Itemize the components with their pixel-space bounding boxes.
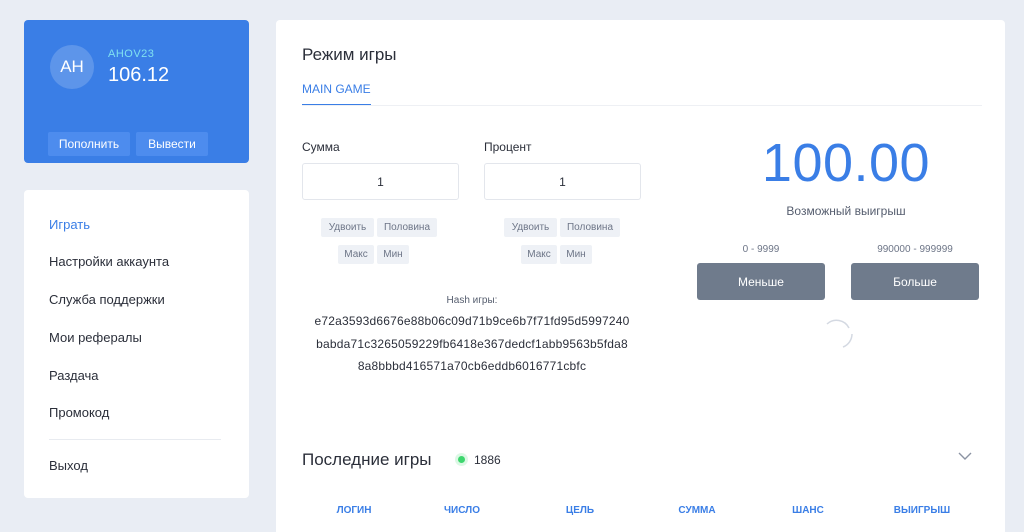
- menu-item-account-settings[interactable]: Настройки аккаунта: [49, 254, 169, 269]
- hash-line: babda71c3265059229fb6418e367dedcf1abb956…: [316, 337, 628, 351]
- sum-label: Сумма: [302, 140, 340, 154]
- percent-half-button[interactable]: Половина: [560, 218, 620, 237]
- possible-win-value: 100.00: [761, 133, 931, 193]
- column-header-target: ЦЕЛЬ: [565, 505, 595, 516]
- column-header-chance: ШАНС: [792, 505, 824, 516]
- last-games-count: 1886: [474, 453, 501, 467]
- percent-max-button[interactable]: Макс: [521, 245, 557, 264]
- percent-label: Процент: [484, 140, 532, 154]
- menu-divider: [49, 439, 221, 440]
- menu-item-logout[interactable]: Выход: [49, 458, 88, 473]
- sum-min-button[interactable]: Мин: [377, 245, 409, 264]
- menu-item-giveaway[interactable]: Раздача: [49, 368, 99, 383]
- column-header-amount: СУММА: [678, 505, 716, 516]
- tab-divider: [302, 105, 982, 106]
- sum-max-button[interactable]: Макс: [338, 245, 374, 264]
- last-games-title: Последние игры: [302, 450, 432, 469]
- hash-line: e72a3593d6676e88b06c09d71b9ce6b7f71fd95d…: [314, 314, 630, 328]
- loading-spinner-icon: [826, 319, 853, 348]
- possible-win-label: Возможный выигрыш: [786, 204, 906, 218]
- profile-card: AH AHOV23 106.12 Пополнить Вывести: [24, 20, 249, 163]
- menu-item-promocode[interactable]: Промокод: [49, 405, 109, 420]
- username: AHOV23: [108, 48, 155, 60]
- hash-label: Hash игры:: [446, 295, 498, 306]
- percent-min-button[interactable]: Мин: [560, 245, 592, 264]
- side-menu: Играть Настройки аккаунта Служба поддерж…: [24, 190, 249, 498]
- game-panel: Режим игры MAIN GAME Сумма Удвоить Полов…: [276, 20, 1005, 532]
- withdraw-button[interactable]: Вывести: [136, 132, 208, 156]
- sum-double-button[interactable]: Удвоить: [321, 218, 374, 237]
- menu-item-referrals[interactable]: Мои рефералы: [49, 330, 142, 345]
- column-header-login: ЛОГИН: [336, 505, 372, 516]
- column-header-number: ЧИСЛО: [444, 505, 480, 516]
- column-header-payout: ВЫИГРЫШ: [893, 505, 951, 516]
- more-range: 990000 - 999999: [877, 244, 953, 255]
- menu-item-play[interactable]: Играть: [49, 217, 90, 232]
- balance: 106.12: [108, 64, 170, 86]
- online-indicator-icon: [458, 456, 465, 463]
- page-title: Режим игры: [302, 45, 397, 64]
- percent-input[interactable]: [484, 163, 641, 200]
- less-button[interactable]: Меньше: [697, 263, 825, 300]
- more-button[interactable]: Больше: [851, 263, 979, 300]
- percent-double-button[interactable]: Удвоить: [504, 218, 557, 237]
- avatar: AH: [50, 45, 94, 89]
- tab-main-game[interactable]: MAIN GAME: [302, 82, 371, 106]
- deposit-button[interactable]: Пополнить: [48, 132, 130, 156]
- less-range: 0 - 9999: [742, 244, 780, 255]
- menu-item-support[interactable]: Служба поддержки: [49, 292, 165, 307]
- hash-line: 8a8bbbd416571a70cb6eddb6016771cbfc: [357, 359, 587, 373]
- sum-half-button[interactable]: Половина: [377, 218, 437, 237]
- chevron-down-icon[interactable]: [958, 451, 972, 461]
- sum-input[interactable]: [302, 163, 459, 200]
